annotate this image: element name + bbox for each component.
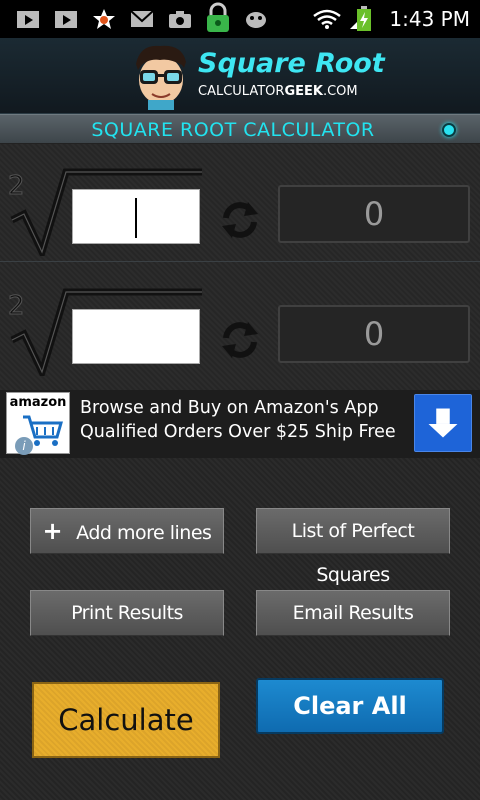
refresh-icon[interactable] bbox=[218, 198, 262, 242]
camera-icon bbox=[169, 11, 191, 28]
download-arrow-icon[interactable] bbox=[414, 394, 472, 452]
svg-text:2: 2 bbox=[8, 171, 25, 201]
text-cursor bbox=[135, 198, 137, 238]
result-display: 0 bbox=[278, 185, 470, 243]
status-time: 1:43 PM bbox=[389, 7, 470, 31]
result-display: 0 bbox=[278, 305, 470, 363]
play-store-icon bbox=[17, 11, 39, 28]
status-indicator-dot bbox=[442, 123, 456, 137]
calc-row: 2 0 bbox=[0, 262, 480, 390]
actions-area: + Add more lines List of Perfect Squares … bbox=[0, 458, 480, 800]
print-results-button[interactable]: Print Results bbox=[30, 590, 224, 636]
android-bug-icon bbox=[246, 12, 266, 28]
calculator-rows: 2 0 2 0 bbox=[0, 144, 480, 390]
ad-line-2: Qualified Orders Over $25 Ship Free bbox=[80, 422, 396, 442]
ad-brand: amazon bbox=[9, 395, 67, 410]
number-input[interactable] bbox=[72, 189, 200, 244]
status-bar: 1:43 PM bbox=[0, 0, 480, 38]
logo-subtitle: CALCULATORGEEK.COM bbox=[198, 84, 358, 99]
list-perfect-squares-button[interactable]: List of Perfect Squares bbox=[256, 508, 450, 586]
ad-info-icon[interactable]: i bbox=[15, 437, 33, 455]
calculate-button[interactable]: Calculate bbox=[32, 682, 220, 758]
ad-text: Browse and Buy on Amazon's App Qualified… bbox=[80, 396, 396, 444]
ad-line-1: Browse and Buy on Amazon's App bbox=[80, 398, 379, 418]
svg-text:2: 2 bbox=[8, 291, 25, 321]
add-more-lines-label: Add more lines bbox=[76, 522, 212, 544]
play-store-icon bbox=[55, 11, 77, 28]
plus-icon: + bbox=[42, 517, 63, 545]
star-notification-icon bbox=[93, 9, 115, 29]
title-strip: SQUARE ROOT CALCULATOR bbox=[0, 114, 480, 144]
refresh-icon[interactable] bbox=[218, 318, 262, 362]
calc-row: 2 0 bbox=[0, 144, 480, 262]
geek-mascot-logo bbox=[136, 45, 186, 110]
gmail-icon bbox=[130, 10, 154, 27]
logo-title: Square Root bbox=[198, 48, 385, 79]
email-results-button[interactable]: Email Results bbox=[256, 590, 450, 636]
app-header: Square Root CALCULATORGEEK.COM bbox=[0, 38, 480, 114]
lock-icon bbox=[207, 2, 229, 32]
amazon-logo: amazon i bbox=[6, 392, 70, 455]
ad-banner[interactable]: amazon i Browse and Buy on Amazon's App … bbox=[0, 390, 480, 458]
add-more-lines-button[interactable]: + Add more lines bbox=[30, 508, 224, 554]
number-input[interactable] bbox=[72, 309, 200, 364]
wifi-icon bbox=[313, 9, 341, 29]
page-title: SQUARE ROOT CALCULATOR bbox=[91, 119, 375, 141]
clear-all-button[interactable]: Clear All bbox=[256, 678, 444, 734]
battery-charging-icon bbox=[357, 6, 371, 31]
